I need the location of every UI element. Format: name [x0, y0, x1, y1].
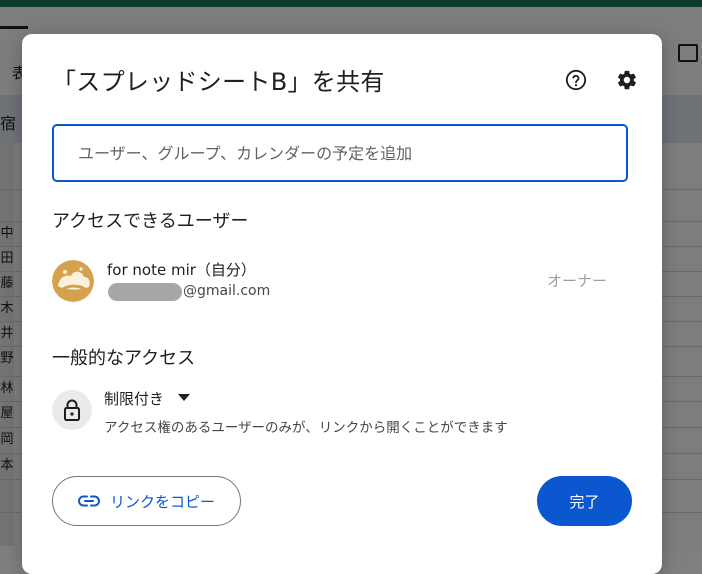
row-char: 屋 [0, 406, 14, 421]
share-dialog: 「スプレッドシートB」を共有 アクセスできるユーザー for note mir（… [22, 34, 662, 574]
row-char: 林 [0, 381, 14, 396]
row-char: 野 [0, 351, 14, 366]
add-people-input[interactable] [52, 124, 628, 182]
row-char: 井 [0, 326, 14, 341]
link-icon [78, 495, 100, 507]
user-name: for note mir（自分） [107, 261, 256, 279]
lock-icon-container [52, 390, 92, 430]
header-fragment: 宿 [0, 114, 17, 133]
general-access-select[interactable]: 制限付き [104, 386, 191, 410]
dropdown-arrow-icon [178, 394, 191, 401]
copy-link-button[interactable]: リンクをコピー [52, 476, 241, 526]
general-access-title: 一般的なアクセス [52, 348, 196, 369]
gear-icon[interactable] [616, 69, 638, 91]
dialog-title: 「スプレッドシートB」を共有 [52, 68, 385, 96]
access-description: アクセス権のあるユーザーのみが、リンクから開くことができます [104, 420, 508, 436]
people-section-title: アクセスできるユーザー [52, 211, 249, 232]
top-bar [0, 0, 702, 7]
row-char: 田 [0, 251, 14, 266]
copy-link-label: リンクをコピー [109, 492, 215, 511]
help-icon[interactable] [565, 69, 587, 91]
row-char: 藤 [0, 276, 14, 291]
owner-role: オーナー [547, 272, 608, 290]
video-icon [678, 44, 698, 62]
redacted-email-prefix [108, 283, 182, 301]
access-selected-label: 制限付き [104, 389, 165, 408]
lock-icon [64, 399, 80, 421]
user-email: @gmail.com [183, 283, 271, 299]
title-fragment [0, 26, 28, 29]
row-char: 本 [0, 458, 14, 473]
done-button[interactable]: 完了 [537, 476, 632, 526]
avatar[interactable] [52, 260, 94, 302]
row-char: 岡 [0, 432, 14, 447]
row-char: 木 [0, 301, 14, 316]
row-char: 中 [0, 226, 14, 241]
